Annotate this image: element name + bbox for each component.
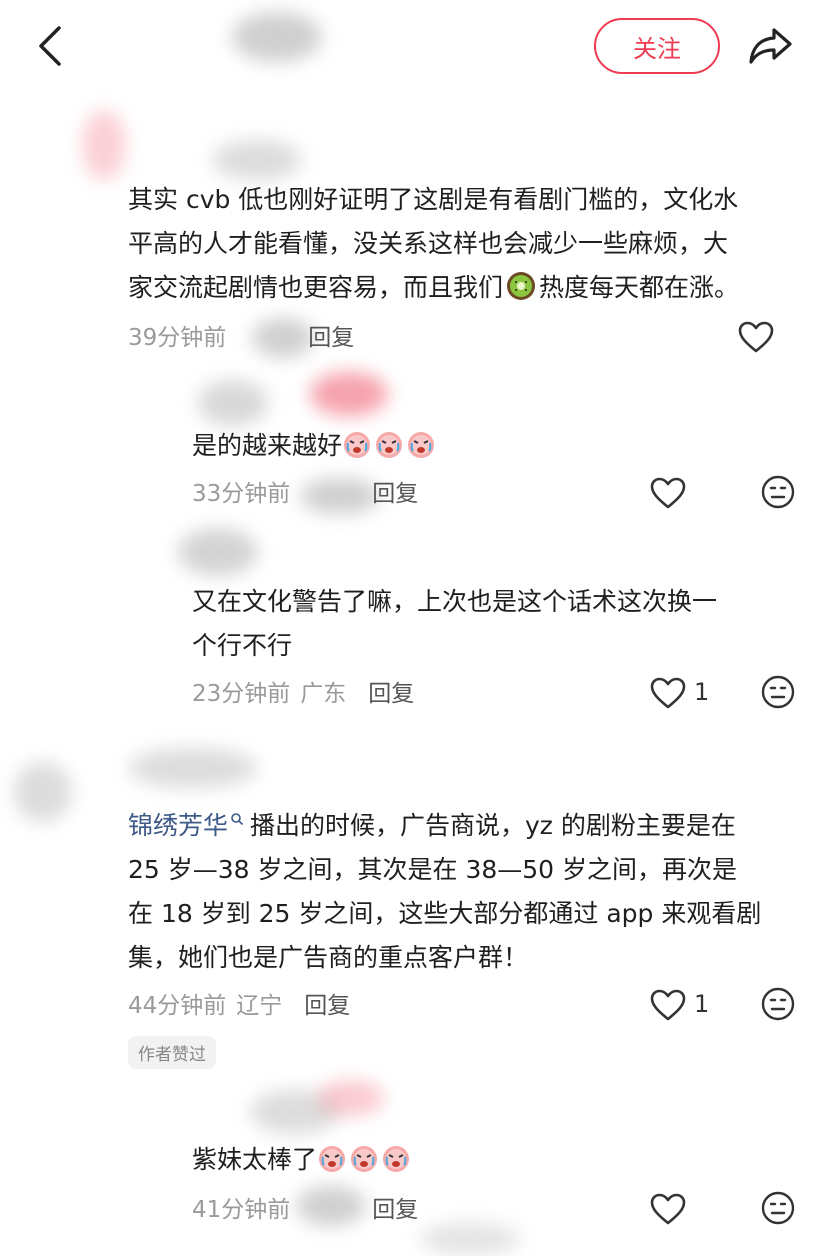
like-button[interactable] [650,476,688,510]
reply-meta: 41分钟前 回复 [192,1190,418,1224]
reply-button[interactable]: 回复 [304,986,350,1020]
comment-text: 锦绣芳华 播出的时候，广告商说，yz 的剧粉主要是在 25 岁—38 岁之间，其次… [128,804,808,980]
top-bar: 关注 [0,0,828,92]
reply-line: 是的越来越好 [192,431,343,460]
heart-icon [738,321,774,353]
comment-line: 其实 cvb 低也刚好证明了这剧是有看剧门槛的，文化水 [128,185,739,214]
kiwi-emoji-icon [507,272,536,300]
comment-line-part: 家交流起剧情也更容易，而且我们 [128,273,504,302]
reply-button[interactable]: 回复 [308,318,354,352]
comment-line-part: 播出的时候，广告商说，yz 的剧粉主要是在 [250,811,736,840]
like-count: 1 [694,678,710,706]
follow-button[interactable]: 关注 [594,18,720,74]
reply-text: 又在文化警告了嘛，上次也是这个话术这次换一 个行不行 [192,580,792,668]
crying-emoji-icon [351,1146,378,1172]
dislike-face-icon[interactable] [760,986,796,1022]
reply-meta: 23分钟前 广东 回复 [192,674,414,708]
reply-location: 广东 [300,681,347,707]
comment-line: 锦绣芳华 播出的时候，广告商说，yz 的剧粉主要是在 [128,804,808,848]
redacted-avatar [198,380,268,426]
reply-line: 紫妹太棒了 [192,1145,318,1174]
heart-icon [650,1193,686,1225]
reply-button[interactable]: 回复 [372,1190,418,1224]
redacted-username [232,12,322,62]
heart-icon [650,677,686,709]
emoji-group [342,431,438,460]
like-button[interactable] [738,320,776,354]
like-button[interactable] [650,988,688,1022]
author-liked-badge: 作者赞过 [128,1036,216,1069]
share-button[interactable] [744,22,796,70]
reply-text: 紫妹太棒了 [192,1138,692,1182]
comment-text: 其实 cvb 低也刚好证明了这剧是有看剧门槛的，文化水 平高的人才能看懂，没关系… [128,178,808,310]
reply-button[interactable]: 回复 [368,674,414,708]
like-button[interactable] [650,676,688,710]
reply-time: 41分钟前 [192,1197,291,1223]
share-arrow-icon [749,28,792,64]
heart-icon [650,989,686,1021]
reply-time: 33分钟前 [192,481,291,507]
crying-emoji-icon [376,432,403,458]
comment-line: 25 岁—38 岁之间，其次是在 38—50 岁之间，再次是 [128,855,738,884]
crying-emoji-icon [344,432,371,458]
comment-line: 集，她们也是广告商的重点客户群！ [128,943,529,972]
comment-time: 39分钟前 [128,325,227,351]
back-button[interactable] [30,22,70,70]
redacted-username [318,1080,384,1116]
dislike-face-icon[interactable] [760,1190,796,1226]
reply-meta: 33分钟前 回复 [192,474,418,508]
chevron-left-icon [39,26,61,66]
redacted-username [212,140,302,180]
heart-icon [650,477,686,509]
reply-line: 又在文化警告了嘛，上次也是这个话术这次换一 [192,587,718,616]
reply-text: 是的越来越好 [192,424,692,468]
redacted-username [310,372,388,416]
comment-line: 家交流起剧情也更容易，而且我们 热度每天都在涨。 [128,266,808,310]
comment-location: 辽宁 [236,993,283,1019]
like-button[interactable] [650,1192,688,1226]
comment-line: 在 18 岁到 25 岁之间，这些大部分都通过 app 来观看剧 [128,899,762,928]
emoji-group [317,1145,413,1174]
redacted-avatar [178,528,258,576]
crying-emoji-icon [319,1146,346,1172]
crying-emoji-icon [383,1146,410,1172]
redacted-avatar [82,110,126,180]
comment-line-part: 热度每天都在涨。 [539,273,740,302]
redacted-username [128,748,258,788]
reply-time: 23分钟前 [192,681,291,707]
reply-button[interactable]: 回复 [372,474,418,508]
redacted-avatar [14,762,72,822]
dislike-face-icon[interactable] [760,474,796,510]
comment-meta: 44分钟前 辽宁 回复 [128,986,350,1020]
comment-meta: 39分钟前 回复 [128,318,354,352]
username[interactable]: 锦绣芳华 [128,811,228,840]
search-mini-icon [231,813,244,826]
crying-emoji-icon [408,432,435,458]
redacted-text [420,1222,520,1256]
like-count: 1 [694,990,710,1018]
comment-time: 44分钟前 [128,993,227,1019]
dislike-face-icon[interactable] [760,674,796,710]
reply-line: 个行不行 [192,631,293,660]
comment-line: 平高的人才能看懂，没关系这样也会减少一些麻烦，大 [128,229,729,258]
